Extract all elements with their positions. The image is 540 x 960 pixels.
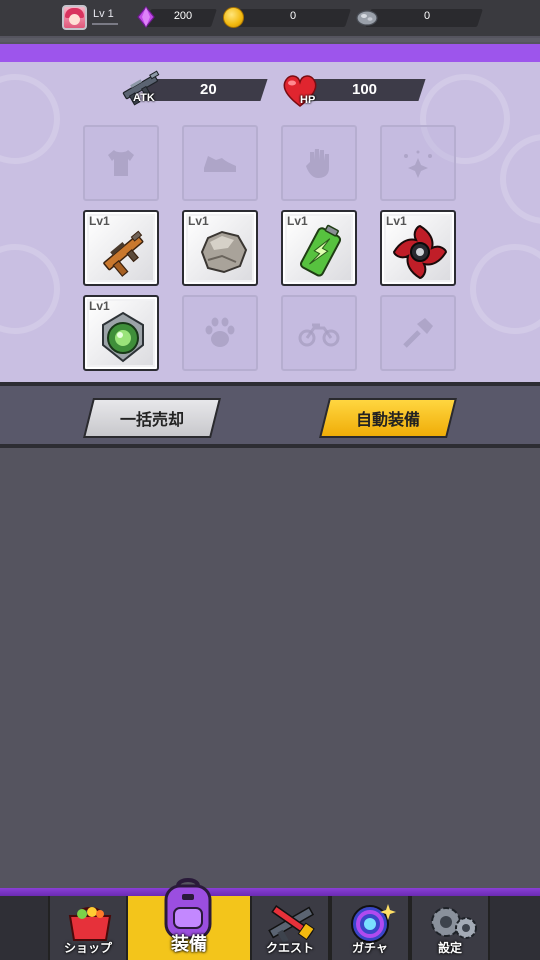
xp-bar bbox=[92, 23, 118, 25]
item-level: Lv1 bbox=[287, 214, 308, 228]
item-level: Lv1 bbox=[188, 214, 209, 228]
battery-icon bbox=[300, 224, 342, 277]
nav-settings-label: 設定 bbox=[437, 941, 462, 955]
hammer-icon bbox=[382, 297, 454, 369]
auto-equip-button[interactable]: 自動装備 bbox=[319, 398, 457, 438]
radiation-watermark bbox=[470, 244, 540, 334]
crossed-weapons-icon bbox=[268, 905, 315, 944]
auto-equip-label: 自動装備 bbox=[355, 410, 420, 429]
nav-tab-equip[interactable]: 装備 bbox=[128, 878, 250, 960]
basket-icon bbox=[68, 907, 112, 941]
slot-accessory[interactable] bbox=[380, 125, 456, 201]
radiation-watermark bbox=[0, 244, 60, 334]
hp-label: HP bbox=[300, 94, 316, 106]
coin-count: 0 bbox=[289, 10, 297, 22]
nav-quest-label: クエスト bbox=[265, 941, 314, 955]
slot-vehicle[interactable] bbox=[281, 295, 357, 371]
nav-gacha-label: ガチャ bbox=[352, 941, 388, 955]
radiation-watermark bbox=[500, 134, 540, 224]
nav-tab-settings[interactable]: 設定 bbox=[410, 896, 490, 960]
equipment-panel bbox=[0, 44, 540, 382]
gacha-orb-icon bbox=[351, 904, 396, 943]
rock-icon bbox=[200, 230, 248, 274]
panel-header-band bbox=[0, 44, 540, 62]
slot-shield[interactable]: Lv1 bbox=[83, 295, 159, 371]
slot-throwable[interactable]: Lv1 bbox=[182, 210, 258, 286]
slot-shoes[interactable] bbox=[182, 125, 258, 201]
glove-icon bbox=[283, 127, 355, 199]
action-bar bbox=[0, 386, 540, 444]
divider bbox=[0, 38, 540, 42]
player-level: Lv 1 bbox=[93, 8, 114, 20]
slot-melee[interactable] bbox=[380, 295, 456, 371]
rifle-icon bbox=[103, 230, 144, 277]
atk-value: 20 bbox=[200, 81, 217, 98]
atk-label: ATK bbox=[133, 92, 155, 104]
gem-count: 200 bbox=[173, 10, 193, 22]
coin-icon bbox=[223, 7, 244, 28]
gem-icon bbox=[137, 6, 155, 28]
shuriken-icon bbox=[392, 224, 448, 280]
nav-equip-label: 装備 bbox=[171, 934, 207, 955]
game-screen: Lv 1 200 0 0 ATK 20 HP 100 Lv1 Lv1 Lv1 L… bbox=[0, 0, 540, 960]
item-level: Lv1 bbox=[89, 214, 110, 228]
shirt-icon bbox=[85, 127, 157, 199]
bulk-sell-label: 一括売却 bbox=[119, 410, 184, 429]
nav-accent-line bbox=[0, 888, 540, 896]
nav-tab-quest[interactable]: クエスト bbox=[250, 896, 330, 960]
paw-icon bbox=[184, 297, 256, 369]
nav-shop-label: ショップ bbox=[63, 941, 112, 955]
motorcycle-icon bbox=[283, 297, 355, 369]
bulk-sell-button[interactable]: 一括売却 bbox=[83, 398, 221, 438]
slot-armor[interactable] bbox=[83, 125, 159, 201]
shield-orb-icon bbox=[102, 311, 144, 363]
inventory-list[interactable] bbox=[0, 448, 540, 890]
slot-gloves[interactable] bbox=[281, 125, 357, 201]
nav-tab-gacha[interactable]: ガチャ bbox=[330, 896, 410, 960]
radiation-watermark bbox=[0, 74, 60, 164]
item-level: Lv1 bbox=[386, 214, 407, 228]
hp-value: 100 bbox=[352, 81, 378, 98]
slot-pet[interactable] bbox=[182, 295, 258, 371]
ore-count: 0 bbox=[423, 10, 431, 22]
nav-tab-shop[interactable]: ショップ bbox=[48, 896, 128, 960]
slot-weapon[interactable]: Lv1 bbox=[83, 210, 159, 286]
player-avatar[interactable] bbox=[62, 5, 87, 30]
ore-icon bbox=[356, 10, 378, 26]
slot-shuriken[interactable]: Lv1 bbox=[380, 210, 456, 286]
sparkle-icon bbox=[382, 127, 454, 199]
item-level: Lv1 bbox=[89, 299, 110, 313]
slot-battery[interactable]: Lv1 bbox=[281, 210, 357, 286]
shoe-icon bbox=[184, 127, 256, 199]
gear-icon bbox=[431, 907, 477, 939]
